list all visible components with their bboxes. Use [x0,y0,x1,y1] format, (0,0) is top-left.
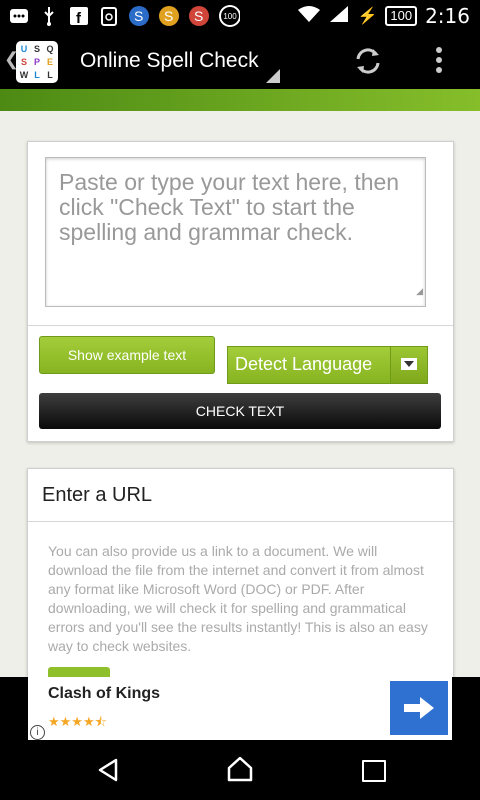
text-input-area[interactable]: Paste or type your text here, then click… [45,157,426,307]
app-bar: ❮ U S Q S P E W L L Online Spell Check [0,33,480,89]
home-icon[interactable] [226,755,254,788]
language-select[interactable]: Detect Language [227,346,428,384]
wifi-icon [297,5,321,28]
usb-icon [38,5,60,27]
logo-letter: U [20,44,28,54]
ad-rating-stars: ★★★★⯪ [48,714,107,729]
url-card-title: Enter a URL [42,484,153,506]
spell-check-card: Paste or type your text here, then click… [27,141,454,442]
spinner-indicator-icon[interactable] [266,69,280,83]
resize-handle-icon[interactable]: ◢ [416,279,423,304]
logo-letter: E [46,57,53,67]
logo-letter: L [47,70,53,80]
badge-count: 100 [223,12,237,21]
logo-letter: S [20,57,27,67]
language-dropdown-button[interactable] [390,347,427,383]
recent-apps-icon[interactable] [362,760,386,782]
ad-open-button[interactable] [390,681,448,735]
swiftkey-icon: S [158,5,180,27]
logo-letter: W [19,70,29,80]
back-icon[interactable] [96,758,120,787]
app-logo[interactable]: U S Q S P E W L L [16,41,58,83]
bbm-icon [8,5,30,27]
arrow-right-icon [404,697,434,719]
info-icon[interactable]: i [30,725,45,740]
overflow-menu-icon[interactable] [436,47,444,77]
charging-icon: ⚡ [357,8,378,25]
facebook-icon: f [68,5,90,27]
ad-content[interactable]: Clash of Kings ★★★★⯪ i [28,677,452,740]
svg-text:S: S [164,8,173,24]
system-status: ⚡ 100 2:16 [297,4,470,28]
app-title: Online Spell Check [80,49,259,72]
ad-banner[interactable]: Clash of Kings ★★★★⯪ i [0,677,480,740]
swiftkey-icon: S [128,5,150,27]
signal-icon [329,5,349,28]
battery-indicator: 100 [385,6,418,26]
accent-bar [0,89,480,111]
logo-letter: L [34,70,40,80]
language-select-value: Detect Language [235,354,373,374]
ad-title[interactable]: Clash of Kings [48,685,160,703]
navigation-bar [0,740,480,800]
chevron-down-icon [401,358,417,370]
svg-text:S: S [194,8,203,24]
divider [28,521,453,522]
show-example-button[interactable]: Show example text [39,336,215,374]
status-bar: f S S S 100 ⚡ 100 2:16 [0,0,480,33]
swiftkey-icon: S [188,5,210,27]
logo-letter: P [33,57,40,67]
badge-100-icon: 100 [218,5,240,27]
clipboard-icon [98,5,120,27]
logo-letter: Q [46,44,54,54]
refresh-icon[interactable] [352,45,384,77]
svg-text:S: S [134,8,143,24]
logo-letter: S [33,44,40,54]
textarea-placeholder: Paste or type your text here, then click… [59,169,400,245]
check-text-button[interactable]: CHECK TEXT [39,393,441,429]
notification-icons: f S S S 100 [8,5,240,27]
url-card-description: You can also provide us a link to a docu… [48,543,428,654]
clock: 2:16 [425,4,470,28]
divider [28,325,453,326]
